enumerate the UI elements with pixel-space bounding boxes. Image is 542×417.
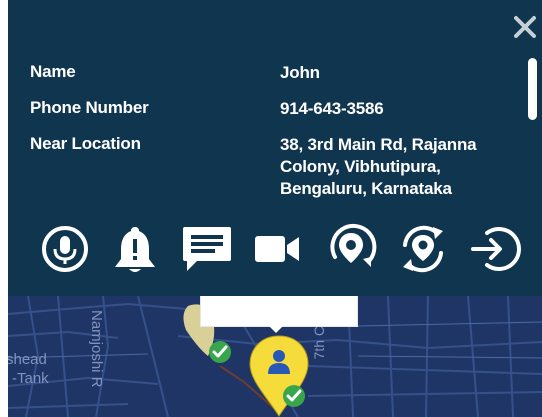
detail-value: 38, 3rd Main Rd, Rajanna Colony, Vibhuti… — [280, 135, 477, 198]
map-view[interactable]: Namjoshi R 7th C shead -Tank Name John P… — [8, 0, 542, 417]
scrollbar-thumb[interactable] — [528, 58, 537, 120]
info-panel: Name John Phone Number 914-643-3586 Near… — [8, 0, 542, 296]
microphone-icon — [42, 226, 88, 272]
detail-label: Phone Number — [30, 98, 149, 117]
message-button[interactable] — [180, 222, 234, 276]
check-badge-icon — [209, 341, 231, 363]
map-place-label: shead — [8, 351, 47, 368]
microphone-button[interactable] — [38, 222, 92, 276]
sync-location-button[interactable] — [396, 222, 450, 276]
detail-value: John — [280, 63, 320, 82]
bell-alert-icon — [115, 227, 155, 272]
map-tooltip-arrow — [262, 319, 290, 333]
detail-value: 914-643-3586 — [280, 99, 384, 118]
video-call-button[interactable] — [250, 222, 304, 276]
sign-in-icon — [471, 227, 521, 271]
check-badge-icon — [283, 385, 305, 407]
check-in-button[interactable] — [468, 222, 522, 276]
details-scroll-area[interactable]: Name John Phone Number 914-643-3586 Near… — [8, 0, 542, 200]
detail-label: Near Location — [30, 134, 141, 153]
message-icon — [183, 227, 231, 271]
map-place-label: -Tank — [12, 370, 49, 387]
action-bar — [8, 222, 542, 280]
alert-button[interactable] — [108, 222, 162, 276]
location-refresh-icon — [330, 223, 377, 267]
detail-label: Name — [30, 62, 76, 81]
map-street-label: 7th C — [311, 326, 327, 360]
video-camera-icon — [255, 236, 299, 262]
locate-button[interactable] — [324, 222, 378, 276]
location-sync-icon — [403, 225, 443, 273]
map-street-label: Namjoshi R — [88, 310, 105, 388]
